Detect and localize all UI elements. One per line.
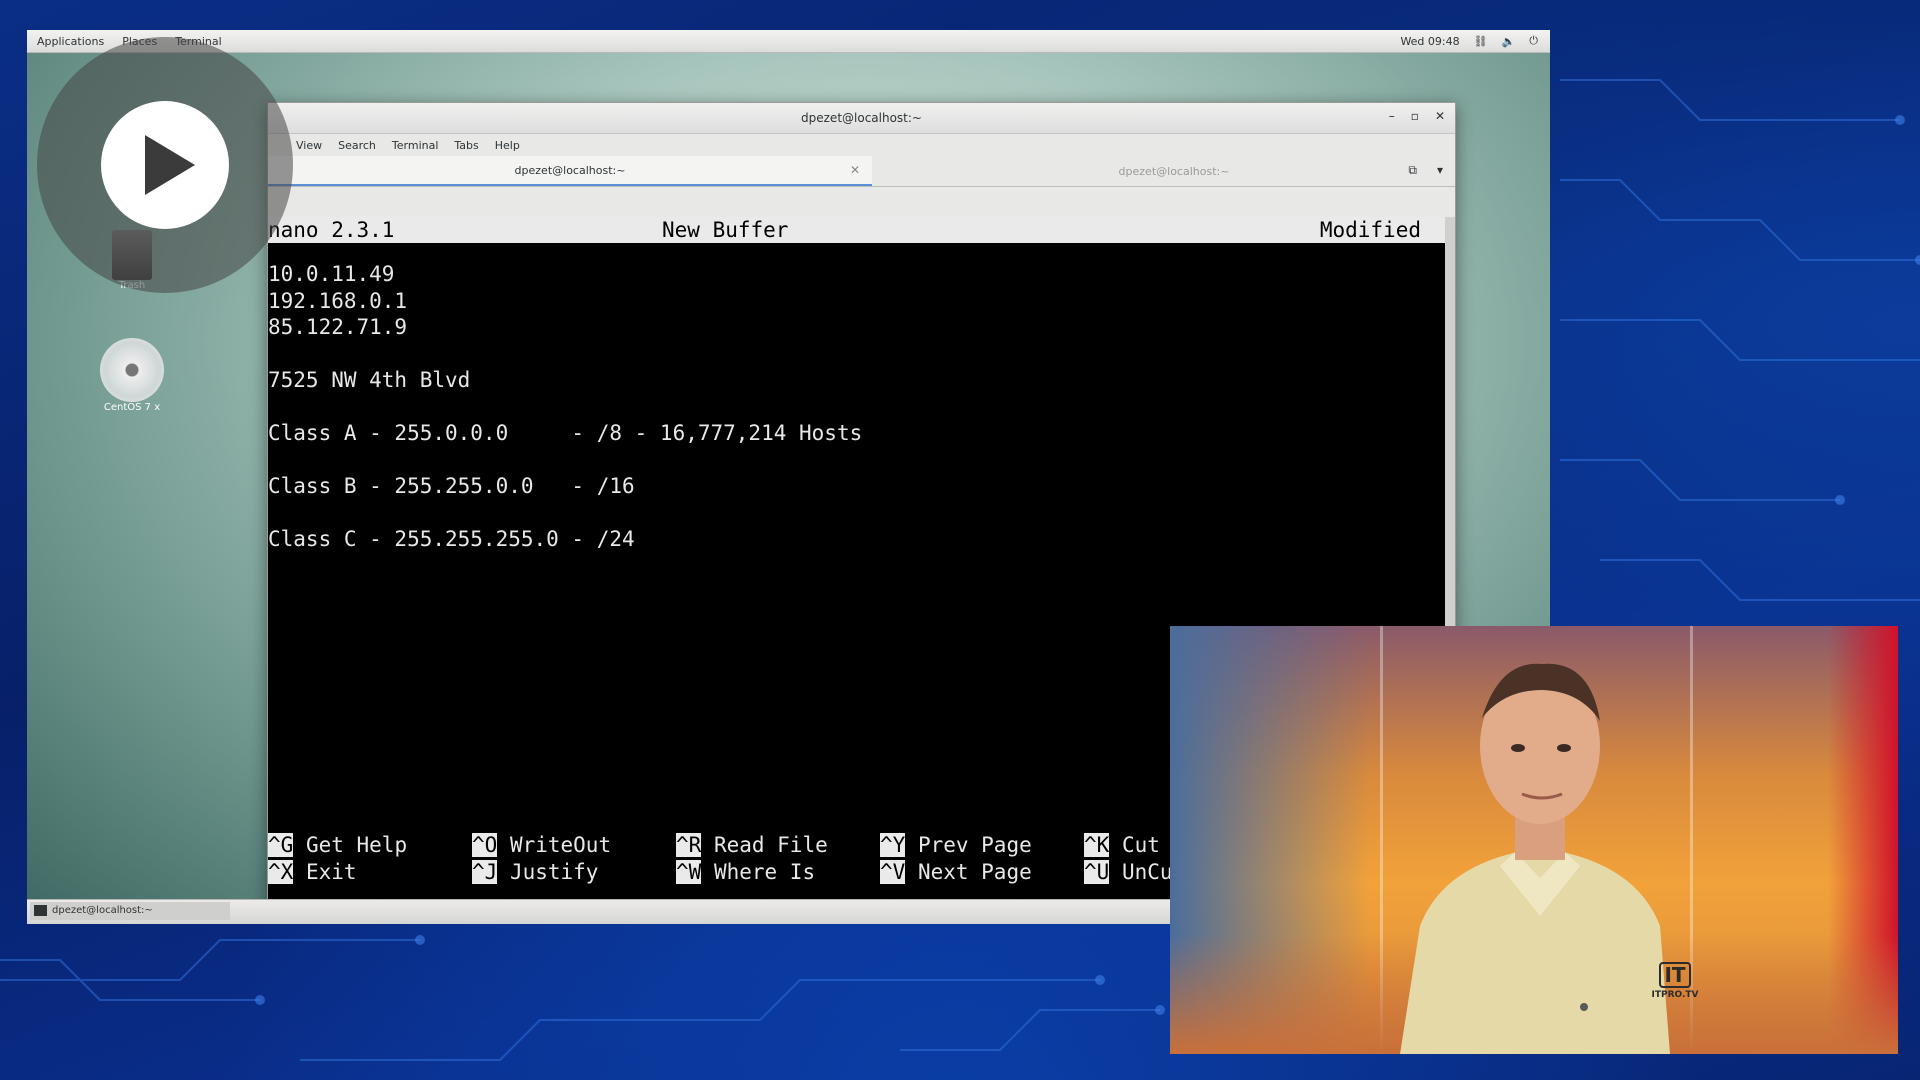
menu-view[interactable]: View <box>296 139 322 152</box>
clock[interactable]: Wed 09:48 <box>1400 35 1459 48</box>
nano-modified-status: Modified <box>1319 218 1421 242</box>
network-icon[interactable]: ⛓ <box>1474 35 1488 48</box>
nano-shortcut-label: Prev Page <box>917 833 1032 857</box>
new-tab-icon[interactable]: ⧉ <box>1408 163 1417 178</box>
nano-line[interactable]: 85.122.71.9 <box>268 314 407 340</box>
nano-shortcut-key: ^K <box>1084 833 1110 857</box>
nano-shortcut-label: Justify <box>509 860 599 884</box>
menu-help[interactable]: Help <box>495 139 520 152</box>
desktop-icon-dvd[interactable]: CentOS 7 x <box>92 338 172 413</box>
nano-shortcut: ^V Next Page <box>880 859 1032 885</box>
terminal-icon <box>34 905 47 916</box>
nano-shortcut-label: WriteOut <box>509 833 612 857</box>
nano-shortcut-label: Where Is <box>713 860 816 884</box>
nano-shortcut: ^O WriteOut <box>472 832 611 858</box>
nano-shortcut-key: ^Y <box>880 833 906 857</box>
nano-shortcut-label: Read File <box>713 833 828 857</box>
window-title: dpezet@localhost:~ <box>801 111 922 125</box>
nano-line[interactable]: Class A - 255.0.0.0 - /8 - 16,777,214 Ho… <box>268 420 862 446</box>
nano-shortcut-key: ^O <box>472 833 498 857</box>
nano-shortcut-key: ^W <box>676 860 702 884</box>
itpro-logo: IT ITPRO.TV <box>1648 962 1702 1000</box>
taskbar-item-label: dpezet@localhost:~ <box>52 905 153 916</box>
nano-shortcut-label: Next Page <box>917 860 1032 884</box>
maximize-icon[interactable]: ▫ <box>1411 109 1419 123</box>
taskbar-item-terminal[interactable]: dpezet@localhost:~ <box>30 902 230 920</box>
tab-label: dpezet@localhost:~ <box>1118 164 1230 178</box>
menu-terminal[interactable]: Terminal <box>392 139 439 152</box>
nano-shortcut: ^G Get Help <box>268 832 407 858</box>
nano-buffer-name: New Buffer <box>662 218 789 242</box>
video-play-overlay <box>37 37 293 293</box>
menu-tabs[interactable]: Tabs <box>454 139 478 152</box>
nano-shortcut: ^Y Prev Page <box>880 832 1032 858</box>
nano-line[interactable]: Class B - 255.255.0.0 - /16 <box>268 473 635 499</box>
window-menu-bar: View Search Terminal Tabs Help <box>268 134 1455 156</box>
logo-text: ITPRO.TV <box>1651 990 1699 1000</box>
nano-shortcut: ^W Where Is <box>676 859 815 885</box>
nano-shortcut-key: ^R <box>676 833 702 857</box>
nano-shortcut-label: Exit <box>305 860 357 884</box>
nano-shortcut-key: ^U <box>1084 860 1110 884</box>
play-button[interactable] <box>101 101 229 229</box>
tab-label: dpezet@localhost:~ <box>514 163 626 177</box>
volume-icon[interactable]: 🔈 <box>1502 35 1516 48</box>
nano-version: nano 2.3.1 <box>268 218 395 242</box>
tab-close-icon[interactable]: ✕ <box>850 163 860 177</box>
nano-line[interactable]: 192.168.0.1 <box>268 288 407 314</box>
minimize-icon[interactable]: – <box>1389 109 1395 123</box>
disc-icon <box>100 338 164 402</box>
nano-shortcut: ^R Read File <box>676 832 828 858</box>
power-icon[interactable]: ⏻ <box>1529 34 1538 48</box>
nano-shortcut: ^X Exit <box>268 859 357 885</box>
desktop-icon-label: CentOS 7 x <box>103 402 161 413</box>
nano-shortcut-key: ^X <box>268 860 294 884</box>
nano-shortcut-key: ^G <box>268 833 294 857</box>
nano-line[interactable]: 7525 NW 4th Blvd <box>268 367 470 393</box>
applications-menu[interactable]: Applications <box>37 35 104 48</box>
logo-mark: IT <box>1659 962 1691 988</box>
gnome-top-bar: Applications Places Terminal Wed 09:48 ⛓… <box>27 30 1550 53</box>
nano-shortcut-key: ^J <box>472 860 498 884</box>
window-title-bar[interactable]: dpezet@localhost:~ – ▫ ✕ <box>268 103 1455 134</box>
tab-bar: dpezet@localhost:~ ✕ dpezet@localhost:~ … <box>268 156 1455 187</box>
nano-shortcut: ^J Justify <box>472 859 598 885</box>
nano-line[interactable]: 10.0.11.49 <box>268 261 394 287</box>
tab-menu-chevron-down-icon[interactable]: ▾ <box>1437 163 1443 178</box>
nano-shortcut-key: ^V <box>880 860 906 884</box>
nano-line[interactable]: Class C - 255.255.255.0 - /24 <box>268 526 635 552</box>
menu-search[interactable]: Search <box>338 139 376 152</box>
tab-terminal-1[interactable]: dpezet@localhost:~ ✕ <box>268 156 872 186</box>
presenter-video: IT ITPRO.TV <box>1170 626 1898 1054</box>
play-icon <box>145 135 195 195</box>
presenter-figure <box>1400 663 1670 1054</box>
close-icon[interactable]: ✕ <box>1435 109 1445 123</box>
tab-terminal-2[interactable]: dpezet@localhost:~ <box>872 156 1476 186</box>
nano-title-bar: nano 2.3.1 New Buffer Modified <box>268 217 1445 243</box>
nano-shortcut-label: Get Help <box>305 833 408 857</box>
